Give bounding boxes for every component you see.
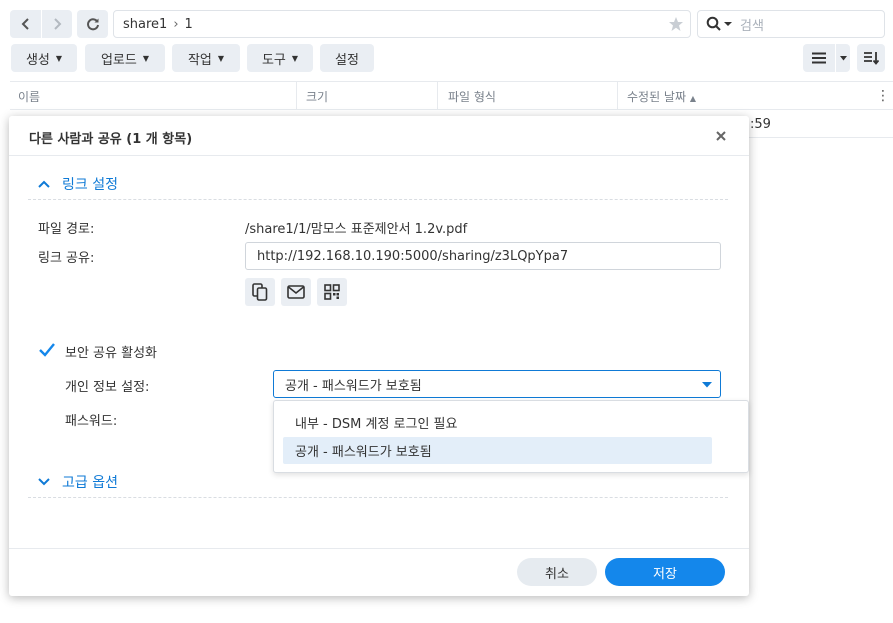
file-list-header: 이름 크기 파일 형식 수정된 날짜 ▲ ⋮ bbox=[10, 81, 893, 110]
more-columns-icon[interactable]: ⋮ bbox=[876, 88, 890, 104]
secure-share-label[interactable]: 보안 공유 활성화 bbox=[65, 342, 157, 361]
save-button[interactable]: 저장 bbox=[605, 558, 725, 586]
chevron-left-icon bbox=[21, 18, 29, 30]
column-divider[interactable] bbox=[437, 82, 438, 110]
advanced-options-title: 고급 옵션 bbox=[62, 475, 118, 491]
search-input[interactable]: 검색 bbox=[740, 15, 764, 34]
caret-down-icon bbox=[839, 55, 847, 60]
column-divider[interactable] bbox=[296, 82, 297, 110]
upload-button-label: 업로드 bbox=[100, 52, 137, 68]
column-type[interactable]: 파일 형식 bbox=[448, 88, 496, 105]
column-name[interactable]: 이름 bbox=[18, 88, 40, 105]
share-link-label: 링크 공유: bbox=[38, 251, 95, 266]
share-dialog: 다른 사람과 공유 (1 개 항목) 링크 설정 파일 경로: /share1/… bbox=[9, 116, 749, 596]
privacy-dropdown-menu: 내부 - DSM 계정 로그인 필요 공개 - 패스워드가 보호됨 bbox=[273, 400, 749, 473]
caret-down-icon: ▼ bbox=[142, 53, 150, 63]
email-link-button[interactable] bbox=[281, 278, 311, 306]
dialog-divider bbox=[9, 155, 749, 156]
section-divider bbox=[28, 199, 728, 200]
caret-down-icon: ▼ bbox=[217, 53, 225, 63]
link-settings-section[interactable]: 링크 설정 bbox=[38, 174, 118, 194]
upload-button[interactable]: 업로드 ▼ bbox=[85, 44, 165, 72]
star-icon[interactable] bbox=[668, 16, 684, 32]
search-icon bbox=[706, 16, 721, 31]
copy-icon bbox=[252, 283, 268, 301]
caret-down-icon: ▼ bbox=[55, 53, 63, 63]
breadcrumb-folder[interactable]: 1 bbox=[185, 17, 193, 32]
back-button[interactable] bbox=[10, 10, 41, 38]
breadcrumb-separator-icon: › bbox=[173, 16, 179, 32]
action-button[interactable]: 작업 ▼ bbox=[172, 44, 240, 72]
secure-share-checkbox[interactable] bbox=[38, 341, 56, 359]
modified-time-cell: :59 bbox=[750, 117, 771, 132]
cancel-button[interactable]: 취소 bbox=[517, 558, 597, 586]
section-divider bbox=[28, 497, 728, 498]
create-button-label: 생성 bbox=[25, 52, 50, 68]
copy-link-button[interactable] bbox=[245, 278, 275, 306]
caret-down-icon bbox=[702, 382, 712, 388]
privacy-label: 개인 정보 설정: bbox=[65, 380, 150, 395]
share-link-field[interactable]: http://192.168.10.190:5000/sharing/z3LQp… bbox=[245, 242, 721, 270]
refresh-icon bbox=[86, 18, 99, 31]
link-settings-title: 링크 설정 bbox=[62, 177, 118, 193]
column-modified-label: 수정된 날짜 bbox=[627, 90, 687, 104]
privacy-select[interactable]: 공개 - 패스워드가 보호됨 bbox=[273, 370, 721, 398]
chevron-down-icon bbox=[38, 478, 50, 486]
sort-icon bbox=[863, 52, 879, 65]
password-label: 패스워드: bbox=[65, 414, 118, 429]
privacy-select-value: 공개 - 패스워드가 보호됨 bbox=[285, 378, 422, 394]
column-modified[interactable]: 수정된 날짜 ▲ bbox=[627, 88, 696, 105]
caret-down-icon: ▼ bbox=[291, 53, 299, 63]
dialog-footer-divider bbox=[9, 548, 749, 549]
file-path-value: /share1/1/맘모스 표준제안서 1.2v.pdf bbox=[245, 222, 468, 237]
action-button-label: 작업 bbox=[187, 52, 212, 68]
file-path-label: 파일 경로: bbox=[38, 222, 95, 237]
list-view-icon bbox=[812, 52, 826, 64]
search-box[interactable]: 검색 bbox=[697, 10, 885, 38]
privacy-option-internal[interactable]: 내부 - DSM 계정 로그인 필요 bbox=[283, 409, 712, 436]
chevron-down-icon[interactable] bbox=[724, 21, 732, 27]
view-mode-button[interactable] bbox=[803, 44, 835, 72]
tools-button-label: 도구 bbox=[261, 52, 286, 68]
settings-button[interactable]: 설정 bbox=[320, 44, 374, 72]
qr-code-button[interactable] bbox=[317, 278, 347, 306]
sort-ascending-icon: ▲ bbox=[689, 94, 696, 103]
tools-button[interactable]: 도구 ▼ bbox=[247, 44, 313, 72]
chevron-up-icon bbox=[38, 180, 50, 188]
qr-code-icon bbox=[324, 284, 340, 300]
view-mode-dropdown[interactable] bbox=[835, 44, 850, 72]
mail-icon bbox=[287, 285, 305, 299]
advanced-options-section[interactable]: 고급 옵션 bbox=[38, 472, 118, 492]
path-bar[interactable]: share1 › 1 bbox=[113, 10, 691, 38]
sort-button[interactable] bbox=[857, 44, 885, 72]
column-size[interactable]: 크기 bbox=[306, 88, 328, 105]
create-button[interactable]: 생성 ▼ bbox=[11, 44, 77, 72]
privacy-option-public[interactable]: 공개 - 패스워드가 보호됨 bbox=[283, 437, 712, 464]
chevron-right-icon bbox=[54, 18, 62, 30]
dialog-title: 다른 사람과 공유 (1 개 항목) bbox=[29, 132, 193, 147]
breadcrumb-share1[interactable]: share1 bbox=[123, 17, 167, 32]
close-icon[interactable] bbox=[714, 129, 728, 143]
refresh-button[interactable] bbox=[77, 10, 108, 38]
settings-button-label: 설정 bbox=[335, 52, 359, 68]
forward-button[interactable] bbox=[41, 10, 72, 38]
column-divider[interactable] bbox=[617, 82, 618, 110]
